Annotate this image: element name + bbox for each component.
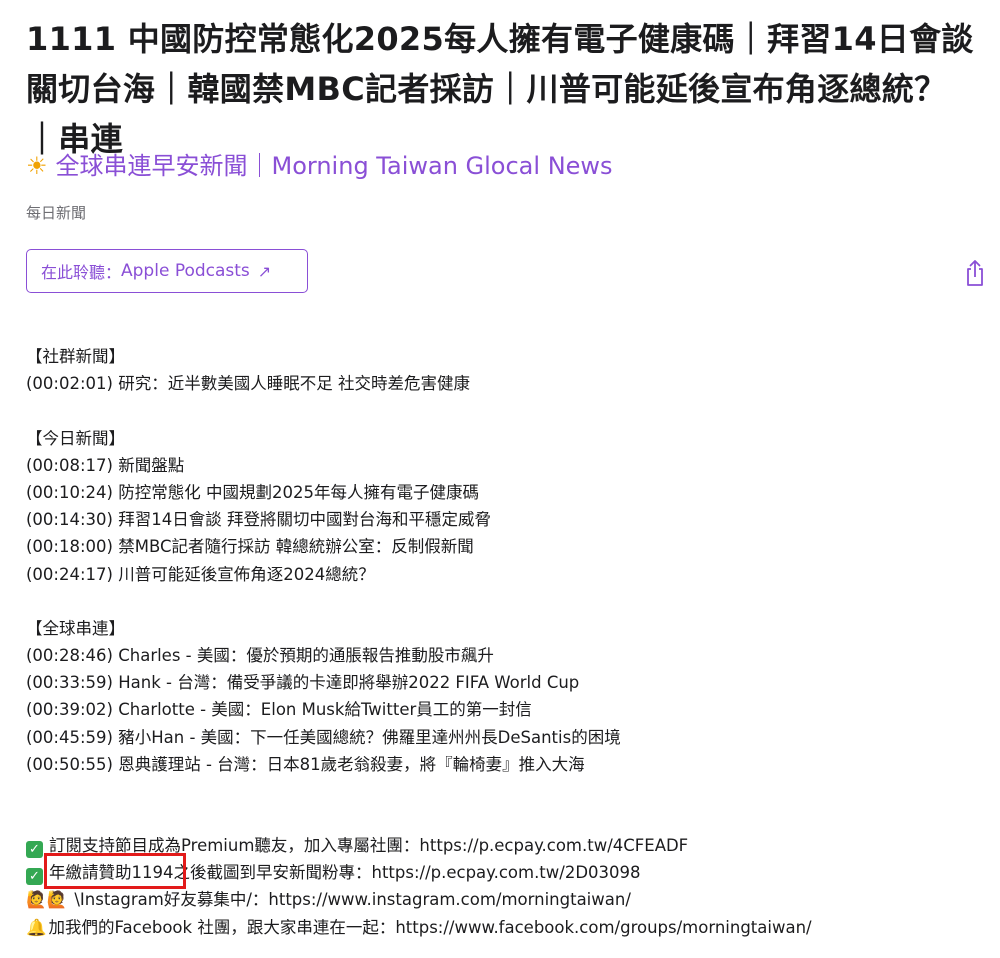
premium-url-link[interactable]: https://p.ecpay.com.tw/4CFEADF: [419, 836, 688, 855]
category-label: 每日新聞: [26, 204, 87, 222]
chapter-link[interactable]: (00:28:46) Charles - 美國：優於預期的通脹報告推動股市飆升: [26, 642, 986, 669]
section-header-social: 【社群新聞】: [26, 347, 125, 366]
share-icon: [967, 260, 983, 286]
sun-icon: ☀: [26, 152, 48, 180]
section-header-global: 【全球串連】: [26, 618, 125, 638]
show-name-link[interactable]: ☀ 全球串連早安新聞｜Morning Taiwan Glocal News: [26, 146, 613, 186]
checkmark-icon: ✓: [26, 868, 43, 886]
chapter-link[interactable]: (00:33:59) Hank - 台灣：備受爭議的卡達即將舉辦2022 FIF…: [26, 669, 986, 696]
chapter-link[interactable]: (00:02:01) 研究：近半數美國人睡眠不足 社交時差危害健康: [26, 370, 986, 397]
platform-name: Apple Podcasts: [121, 261, 250, 281]
promo-text: \Instagram好友募集中/：: [69, 890, 269, 910]
annual-url-link[interactable]: https://p.ecpay.com.tw/2D03098: [372, 863, 641, 882]
promo-line-annual: ✓ 年繳請贊助1194之後截圖到早安新聞粉專：https://p.ecpay.co…: [26, 859, 986, 886]
episode-title: 1111 中國防控常態化2025每人擁有電子健康碼｜拜習14日會談關切台海｜韓國…: [26, 20, 974, 158]
facebook-url-link[interactable]: https://www.facebook.com/groups/morningt…: [395, 918, 811, 937]
episode-description: 【社群新聞】 (00:02:01) 研究：近半數美國人睡眠不足 社交時差危害健康…: [26, 343, 986, 941]
promo-text: 年繳請贊助1194之後截圖到早安新聞粉專：: [49, 863, 372, 883]
chapter-link[interactable]: (00:08:17) 新聞盤點: [26, 452, 986, 479]
listen-prefix: 在此聆聽：: [41, 263, 122, 282]
promo-text: 訂閱支持節目成為Premium聽友，加入專屬社團：: [49, 836, 420, 855]
chapter-link[interactable]: (00:18:00) 禁MBC記者隨行採訪 韓總統辦公室：反制假新聞: [26, 533, 986, 560]
checkmark-icon: ✓: [26, 841, 43, 858]
listen-on-apple-podcasts-button[interactable]: 在此聆聽： Apple Podcasts ↗: [26, 249, 308, 293]
show-name: 全球串連早安新聞｜Morning Taiwan Glocal News: [55, 152, 613, 180]
raising-hands-icon: 🙋🙋: [26, 890, 68, 910]
chapter-link[interactable]: (00:24:17) 川普可能延後宣佈角逐2024總統？: [26, 561, 986, 588]
chapter-link[interactable]: (00:10:24) 防控常態化 中國規劃2025年每人擁有電子健康碼: [26, 479, 986, 506]
promo-line-facebook: 🔔 加我們的Facebook 社團，跟大家串連在一起：https://www.fa…: [26, 914, 986, 941]
promo-text: 加我們的Facebook 社團，跟大家串連在一起：: [48, 917, 396, 937]
promo-line-instagram: 🙋🙋 \Instagram好友募集中/：https://www.instagra…: [26, 886, 986, 913]
share-button[interactable]: [962, 258, 988, 288]
external-link-arrow-icon: ↗: [257, 261, 272, 281]
chapter-link[interactable]: (00:50:55) 恩典護理站 - 台灣：日本81歲老翁殺妻，將『輪椅妻』推入…: [26, 751, 986, 778]
chapter-link[interactable]: (00:14:30) 拜習14日會談 拜登將關切中國對台海和平穩定威脅: [26, 506, 986, 533]
section-header-today: 【今日新聞】: [26, 428, 125, 448]
chapter-link[interactable]: (00:45:59) 豬小Han - 美國：下一任美國總統？佛羅里達州州長DeS…: [26, 724, 986, 751]
instagram-url-link[interactable]: https://www.instagram.com/morningtaiwan/: [268, 890, 630, 909]
bell-icon: 🔔: [26, 917, 47, 937]
promo-line-premium: ✓ 訂閱支持節目成為Premium聽友，加入專屬社團：https://p.ecpa…: [26, 832, 986, 859]
chapter-link[interactable]: (00:39:02) Charlotte - 美國：Elon Musk給Twit…: [26, 696, 986, 723]
